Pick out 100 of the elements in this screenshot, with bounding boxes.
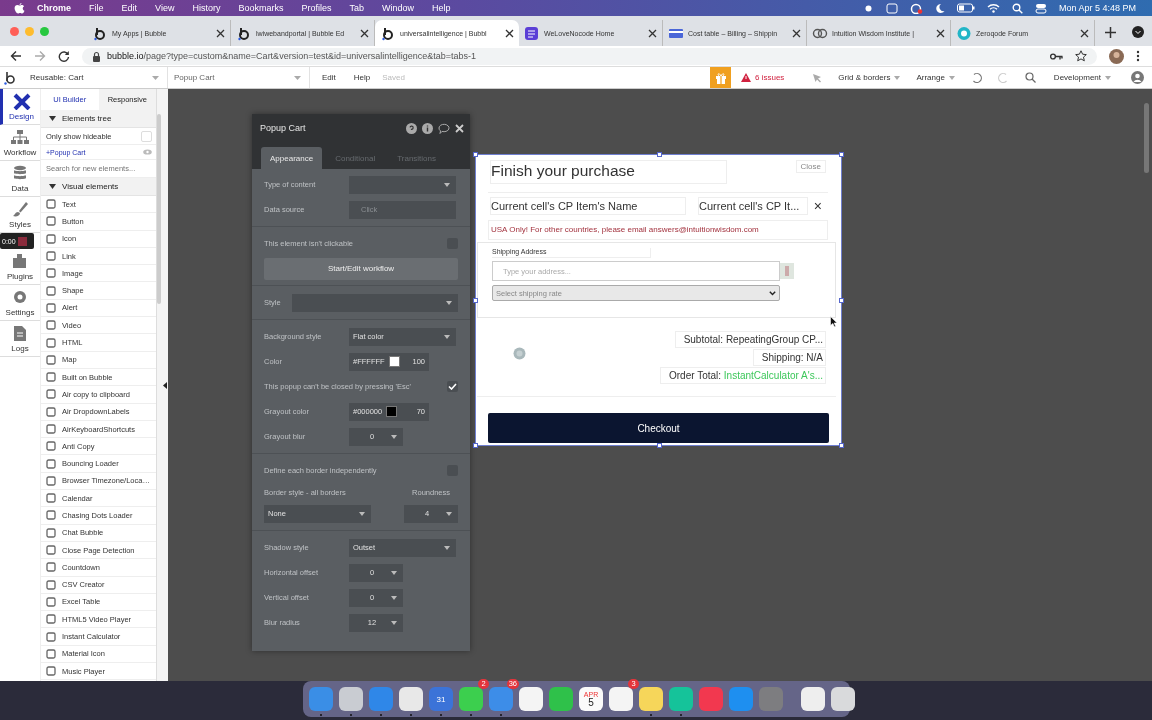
- caret-icon: [391, 595, 397, 600]
- star-icon[interactable]: [1075, 50, 1087, 62]
- favicon-icon: [524, 24, 540, 42]
- app-icon[interactable]: 31: [429, 687, 453, 711]
- checkbox[interactable]: [141, 130, 152, 142]
- checkout-button[interactable]: Checkout: [488, 413, 829, 443]
- undo-icon[interactable]: [970, 72, 982, 83]
- menu-item[interactable]: Help: [432, 3, 451, 13]
- more-icon[interactable]: [1136, 50, 1140, 62]
- caret-icon: [894, 75, 901, 80]
- app-icon[interactable]: [519, 687, 543, 711]
- comment-icon[interactable]: [438, 122, 450, 134]
- apple-icon[interactable]: [14, 2, 25, 14]
- caret-icon: [294, 75, 301, 80]
- key-icon[interactable]: [1050, 51, 1063, 61]
- status-icon[interactable]: [909, 2, 923, 14]
- back-icon[interactable]: [10, 50, 22, 62]
- checkbox[interactable]: [447, 381, 458, 392]
- property-tab[interactable]: Appearance: [261, 147, 323, 169]
- toggle-icon[interactable]: [1034, 2, 1047, 14]
- element-icon: [46, 562, 56, 573]
- new-tab-icon[interactable]: [1105, 27, 1116, 38]
- section-header[interactable]: Visual elements: [41, 178, 156, 196]
- element-icon: [46, 493, 56, 504]
- battery-icon[interactable]: [956, 3, 975, 13]
- caret-icon: [391, 570, 397, 575]
- app-icon[interactable]: [639, 687, 663, 711]
- resize-handle[interactable]: [657, 152, 662, 157]
- app-icon[interactable]: [399, 687, 423, 711]
- url-text: bubble.io/page?type=custom&name=Cart&version=test&id=universalintelligence&tab=tabs-1: [107, 51, 476, 61]
- sidebar-tab[interactable]: Workflow: [0, 125, 40, 161]
- resize-handle[interactable]: [839, 443, 844, 448]
- resize-handle[interactable]: [839, 298, 844, 303]
- gift-icon: [714, 71, 727, 84]
- caret-icon: [49, 116, 56, 121]
- search-icon[interactable]: [1024, 72, 1036, 83]
- version-dropdown[interactable]: Development: [1053, 73, 1111, 82]
- help-icon[interactable]: [406, 122, 417, 134]
- grid-dropdown[interactable]: Grid & borders: [838, 73, 901, 82]
- app-icon[interactable]: [339, 687, 363, 711]
- workflow-button[interactable]: Start/Edit workflow: [264, 257, 458, 280]
- menu-item[interactable]: Help: [353, 73, 371, 82]
- close-icon[interactable]: [792, 28, 801, 38]
- scrollbar[interactable]: [157, 114, 161, 304]
- shipping-notice: USA Only! For other countries, please email answers@intuitionwisdom.com: [488, 220, 828, 240]
- close-icon[interactable]: [1080, 28, 1089, 38]
- close-icon[interactable]: [648, 28, 657, 38]
- app-icon[interactable]: [801, 687, 825, 711]
- element-icon: [46, 666, 56, 677]
- reload-icon[interactable]: [58, 50, 70, 62]
- address-bar[interactable]: bubble.io/page?type=custom&name=Cart&version=test&id=universalintelligence&tab=tabs-1: [82, 47, 1097, 65]
- close-icon[interactable]: [216, 28, 225, 38]
- resize-handle[interactable]: [839, 152, 844, 157]
- sidebar-tab[interactable]: Logs: [0, 321, 40, 357]
- sidebar-tab[interactable]: Data: [0, 161, 40, 197]
- rail-icon: [11, 324, 29, 342]
- scrollbar[interactable]: [1144, 103, 1149, 173]
- app-icon[interactable]: [459, 687, 483, 711]
- menu-item[interactable]: Edit: [322, 73, 336, 82]
- app-icon[interactable]: [609, 687, 633, 711]
- resize-handle[interactable]: [473, 152, 478, 157]
- resize-handle[interactable]: [473, 443, 478, 448]
- close-icon[interactable]: [936, 28, 945, 38]
- menu-item[interactable]: Tab: [349, 3, 364, 13]
- page-dropdown[interactable]: Reusable: Cart: [24, 67, 168, 88]
- resize-handle[interactable]: [657, 443, 662, 448]
- moon-icon[interactable]: [934, 2, 945, 14]
- element-dropdown[interactable]: Popup Cart: [168, 67, 310, 88]
- close-icon[interactable]: [360, 28, 369, 38]
- element-icon: [46, 458, 56, 469]
- menu-item[interactable]: View: [155, 3, 175, 13]
- menu-item[interactable]: File: [89, 3, 104, 13]
- section-header[interactable]: Elements tree: [41, 110, 156, 128]
- issues-link[interactable]: 6 issues: [741, 73, 785, 82]
- wifi-icon[interactable]: [986, 3, 1000, 13]
- menu-item[interactable]: Chrome: [37, 3, 71, 13]
- info-icon[interactable]: [422, 122, 433, 134]
- property-editor[interactable]: [252, 114, 470, 651]
- color-swatch[interactable]: [386, 406, 398, 417]
- close-icon[interactable]: [505, 28, 514, 38]
- resize-handle[interactable]: [473, 298, 478, 303]
- menu-item[interactable]: Bookmarks: [238, 3, 284, 13]
- close-button[interactable]: Close: [795, 160, 826, 173]
- caret-icon: [446, 511, 452, 516]
- sidebar-tab[interactable]: Plugins: [0, 249, 40, 285]
- user-icon[interactable]: [1131, 71, 1144, 84]
- search-icon[interactable]: [1011, 2, 1023, 14]
- app-icon[interactable]: [831, 687, 855, 711]
- element-icon: [46, 545, 56, 556]
- sidebar-tab[interactable]: Settings: [0, 285, 40, 321]
- menu-item[interactable]: Profiles: [301, 3, 332, 13]
- menu-item[interactable]: Window: [381, 3, 414, 13]
- color-swatch[interactable]: [388, 356, 400, 367]
- tab-search-icon[interactable]: [1132, 26, 1144, 38]
- menu-item[interactable]: History: [192, 3, 221, 13]
- element-icon: [46, 233, 56, 244]
- screen-icon[interactable]: [885, 2, 898, 14]
- avatar-icon[interactable]: [1109, 48, 1124, 64]
- arrange-dropdown[interactable]: Arrange: [916, 73, 955, 82]
- menu-item[interactable]: Edit: [121, 3, 138, 13]
